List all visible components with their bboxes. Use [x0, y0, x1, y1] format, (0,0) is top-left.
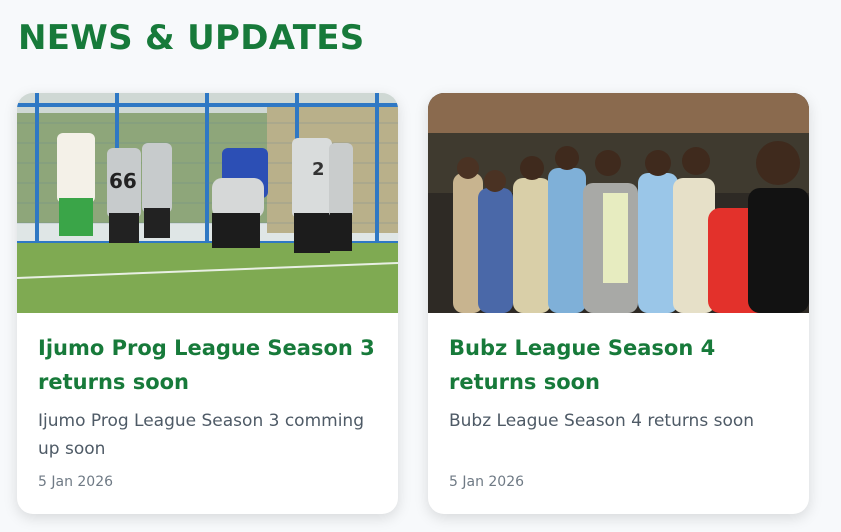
news-card-image[interactable]: 66 2	[17, 93, 398, 313]
news-card[interactable]: Bubz League Season 4 returns soon Bubz L…	[428, 93, 809, 514]
news-card-title[interactable]: Bubz League Season 4 returns soon	[449, 331, 789, 399]
news-card-excerpt: Bubz League Season 4 returns soon	[449, 411, 755, 431]
news-card-date: 5 Jan 2026	[449, 474, 525, 490]
jersey-number: 66	[109, 169, 137, 193]
section-title: NEWS & UPDATES	[18, 18, 365, 58]
news-card-title[interactable]: Ijumo Prog League Season 3 returns soon	[38, 331, 378, 399]
jersey-number: 2	[312, 159, 325, 180]
news-card-date: 5 Jan 2026	[38, 474, 114, 490]
news-card-image[interactable]	[428, 93, 809, 313]
news-card[interactable]: 66 2 Ijumo Prog League Season 3 returns …	[17, 93, 398, 514]
news-card-excerpt: Ijumo Prog League Season 3 comming up so…	[38, 411, 364, 459]
